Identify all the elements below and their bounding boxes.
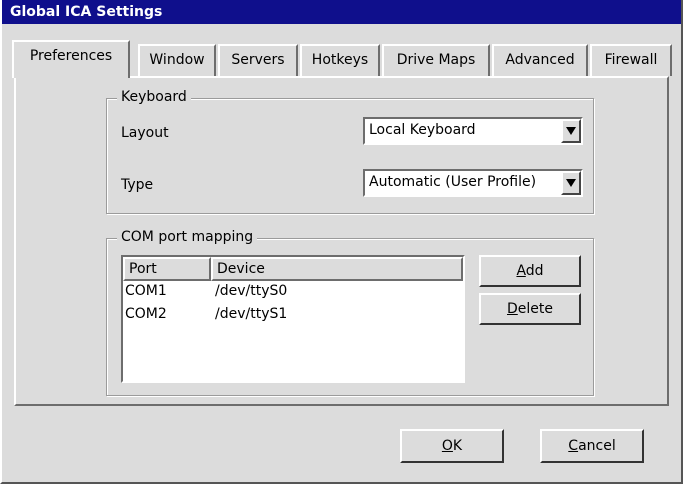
type-label: Type — [121, 177, 154, 193]
tab-servers[interactable]: Servers — [218, 44, 298, 76]
tab-window[interactable]: Window — [138, 44, 216, 76]
com-port-list[interactable]: Port Device COM1 /dev/ttyS0 COM2 /dev/tt… — [121, 255, 465, 383]
triangle-down-icon[interactable] — [561, 119, 581, 143]
type-select-value: Automatic (User Profile) — [369, 174, 537, 190]
com-group-title: COM port mapping — [117, 229, 258, 245]
cell-device: /dev/ttyS0 — [215, 283, 288, 299]
column-header-port[interactable]: Port — [123, 257, 211, 281]
keyboard-group-title: Keyboard — [117, 89, 191, 105]
com-port-group: COM port mapping Port Device COM1 /dev/t… — [106, 229, 594, 396]
column-header-device[interactable]: Device — [211, 257, 463, 281]
cancel-button[interactable]: Cancel — [540, 429, 644, 463]
type-select[interactable]: Automatic (User Profile) — [363, 169, 583, 197]
keyboard-group: Keyboard Layout Local Keyboard Type Auto… — [106, 89, 594, 214]
layout-select-value: Local Keyboard — [369, 122, 476, 138]
tab-firewall[interactable]: Firewall — [590, 44, 672, 76]
add-button[interactable]: Add — [479, 255, 581, 287]
cell-device: /dev/ttyS1 — [215, 306, 288, 322]
dialog-window: Global ICA Settings Preferences Window S… — [0, 0, 683, 484]
layout-label: Layout — [121, 125, 169, 141]
cell-port: COM2 — [125, 306, 167, 322]
delete-button[interactable]: Delete — [479, 293, 581, 325]
triangle-down-icon[interactable] — [561, 171, 581, 195]
tab-preferences[interactable]: Preferences — [12, 40, 130, 78]
cell-port: COM1 — [125, 283, 167, 299]
ok-button[interactable]: OK — [400, 429, 504, 463]
tab-hotkeys[interactable]: Hotkeys — [300, 44, 380, 76]
layout-select[interactable]: Local Keyboard — [363, 117, 583, 145]
tab-advanced[interactable]: Advanced — [492, 44, 588, 76]
tab-panel-preferences: Keyboard Layout Local Keyboard Type Auto… — [14, 76, 669, 406]
window-title: Global ICA Settings — [2, 0, 681, 24]
tab-drive-maps[interactable]: Drive Maps — [382, 44, 490, 76]
